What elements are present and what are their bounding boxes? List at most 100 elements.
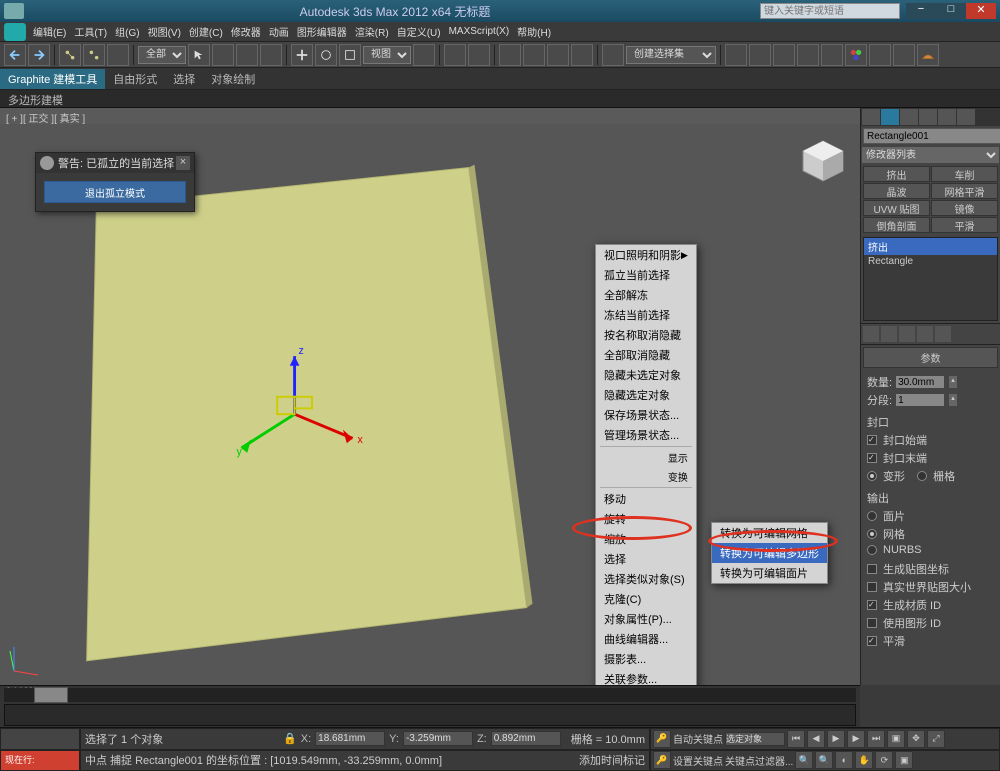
cm-unfreeze-all[interactable]: 全部解冻	[596, 285, 696, 305]
cm-move[interactable]: 移动	[596, 489, 696, 509]
nav-maximize-button[interactable]: ▣	[895, 751, 913, 769]
mod-lattice-button[interactable]: 晶波	[863, 183, 930, 199]
smooth-check[interactable]	[867, 636, 877, 646]
app-menu-icon[interactable]	[4, 23, 26, 41]
window-crossing-button[interactable]	[260, 44, 282, 66]
cm-unhide-name[interactable]: 按名称取消隐藏	[596, 325, 696, 345]
key-filter-button[interactable]: 关键点过滤器...	[725, 753, 793, 768]
menu-maxscript[interactable]: MAXScript(X)	[445, 26, 514, 37]
manipulate-button[interactable]	[444, 44, 466, 66]
menu-tools[interactable]: 工具(T)	[70, 24, 111, 39]
tab-hierarchy-icon[interactable]	[900, 109, 918, 125]
cm-unhide-all[interactable]: 全部取消隐藏	[596, 345, 696, 365]
cm-obj-props[interactable]: 对象属性(P)...	[596, 609, 696, 629]
out-mesh-radio[interactable]	[867, 529, 877, 539]
cm-display[interactable]: 显示	[596, 448, 696, 467]
material-editor-button[interactable]	[845, 44, 867, 66]
cm-manage-scene[interactable]: 管理场景状态...	[596, 425, 696, 445]
set-key-icon-button[interactable]: 🔑	[653, 751, 671, 769]
viewport-label[interactable]: [ + ][ 正交 ][ 真实 ]	[6, 110, 85, 125]
config-sets-icon[interactable]	[935, 326, 951, 342]
cm-viewport-lighting[interactable]: 视口照明和阴影▶	[596, 245, 696, 265]
angle-snap-button[interactable]	[523, 44, 545, 66]
spinner-snap-button[interactable]	[571, 44, 593, 66]
menu-edit[interactable]: 编辑(E)	[29, 24, 70, 39]
real-world-check[interactable]	[867, 582, 877, 592]
viewport[interactable]: x y z 警告: 已孤立的当前选择 × 退出孤立模式 视口照明和阴影▶	[0, 124, 860, 685]
ribbon-tab-graphite[interactable]: Graphite 建模工具	[0, 69, 105, 89]
deform-radio[interactable]	[867, 471, 877, 481]
nav-orbit-button[interactable]: ⟳	[875, 751, 893, 769]
modifier-list-select[interactable]: 修改器列表	[861, 146, 1000, 164]
segs-spinner[interactable]: ▴	[948, 393, 958, 407]
out-nurbs-radio[interactable]	[867, 545, 877, 555]
menu-animation[interactable]: 动画	[265, 24, 293, 39]
cm-hide-sel[interactable]: 隐藏选定对象	[596, 385, 696, 405]
render-button[interactable]	[917, 44, 939, 66]
mod-smooth-button[interactable]: 平滑	[931, 217, 998, 233]
cm-save-scene[interactable]: 保存场景状态...	[596, 405, 696, 425]
out-patch-radio[interactable]	[867, 511, 877, 521]
remove-mod-icon[interactable]	[917, 326, 933, 342]
time-slider[interactable]	[4, 688, 856, 702]
mod-lathe-button[interactable]: 车削	[931, 166, 998, 182]
menu-help[interactable]: 帮助(H)	[513, 24, 555, 39]
link-button[interactable]	[59, 44, 81, 66]
menu-create[interactable]: 创建(C)	[185, 24, 227, 39]
tab-display-icon[interactable]	[938, 109, 956, 125]
cm-freeze-sel[interactable]: 冻结当前选择	[596, 305, 696, 325]
nav-fov-button[interactable]: ◐	[835, 751, 853, 769]
play-button[interactable]: ▶	[827, 730, 845, 748]
amount-spinner[interactable]: ▴	[948, 375, 958, 389]
grid-radio[interactable]	[917, 471, 927, 481]
edit-named-sel-button[interactable]	[602, 44, 624, 66]
cm-hide-unsel[interactable]: 隐藏未选定对象	[596, 365, 696, 385]
viewport-nav2-button[interactable]: ⤢	[927, 730, 945, 748]
render-setup-button[interactable]	[869, 44, 891, 66]
goto-end-button[interactable]: ⏭	[867, 730, 885, 748]
ribbon-tab-paint[interactable]: 对象绘制	[203, 69, 263, 89]
menu-render[interactable]: 渲染(R)	[351, 24, 393, 39]
menu-modifiers[interactable]: 修改器	[227, 24, 265, 39]
cm-select[interactable]: 选择	[596, 549, 696, 569]
unique-icon[interactable]	[899, 326, 915, 342]
time-ruler[interactable]	[4, 704, 856, 726]
plane-object[interactable]	[87, 168, 527, 661]
help-search-input[interactable]	[760, 3, 900, 19]
set-key-button[interactable]: 设置关键点	[673, 753, 723, 768]
menu-customize[interactable]: 自定义(U)	[393, 24, 445, 39]
viewport-nav1-button[interactable]: ✥	[907, 730, 925, 748]
cap-end-check[interactable]	[867, 453, 877, 463]
render-frame-button[interactable]	[893, 44, 915, 66]
percent-snap-button[interactable]	[547, 44, 569, 66]
snap-toggle-button[interactable]	[499, 44, 521, 66]
coord-x-input[interactable]	[315, 731, 385, 746]
use-shape-check[interactable]	[867, 618, 877, 628]
cm-wire-params[interactable]: 关联参数...	[596, 669, 696, 685]
maximize-button[interactable]: □	[936, 3, 966, 19]
cm-clone[interactable]: 克隆(C)	[596, 589, 696, 609]
tab-utilities-icon[interactable]	[957, 109, 975, 125]
cm-dopesheet[interactable]: 摄影表...	[596, 649, 696, 669]
cm-isolate[interactable]: 孤立当前选择	[596, 265, 696, 285]
rollout-params-head[interactable]: 参数	[863, 347, 998, 368]
exit-isolation-button[interactable]: 退出孤立模式	[44, 181, 186, 203]
ref-coord-select[interactable]: 视图	[363, 46, 411, 64]
object-name-input[interactable]	[863, 128, 1000, 144]
coord-z-input[interactable]	[491, 731, 561, 746]
curve-editor-button[interactable]	[797, 44, 819, 66]
selection-filter-select[interactable]: 全部	[138, 46, 186, 64]
isolation-close-button[interactable]: ×	[176, 156, 190, 170]
cm-transform[interactable]: 变换	[596, 467, 696, 486]
pivot-button[interactable]	[413, 44, 435, 66]
align-button[interactable]	[749, 44, 771, 66]
segs-input[interactable]	[895, 393, 945, 407]
bind-button[interactable]	[107, 44, 129, 66]
lock-icon[interactable]: 🔒	[283, 732, 297, 745]
add-time-tag-label[interactable]: 添加时间标记	[579, 752, 645, 768]
tab-motion-icon[interactable]	[919, 109, 937, 125]
prev-frame-button[interactable]: ◀	[807, 730, 825, 748]
layers-button[interactable]	[773, 44, 795, 66]
unlink-button[interactable]	[83, 44, 105, 66]
nav-zoom-button[interactable]: 🔍	[795, 751, 813, 769]
